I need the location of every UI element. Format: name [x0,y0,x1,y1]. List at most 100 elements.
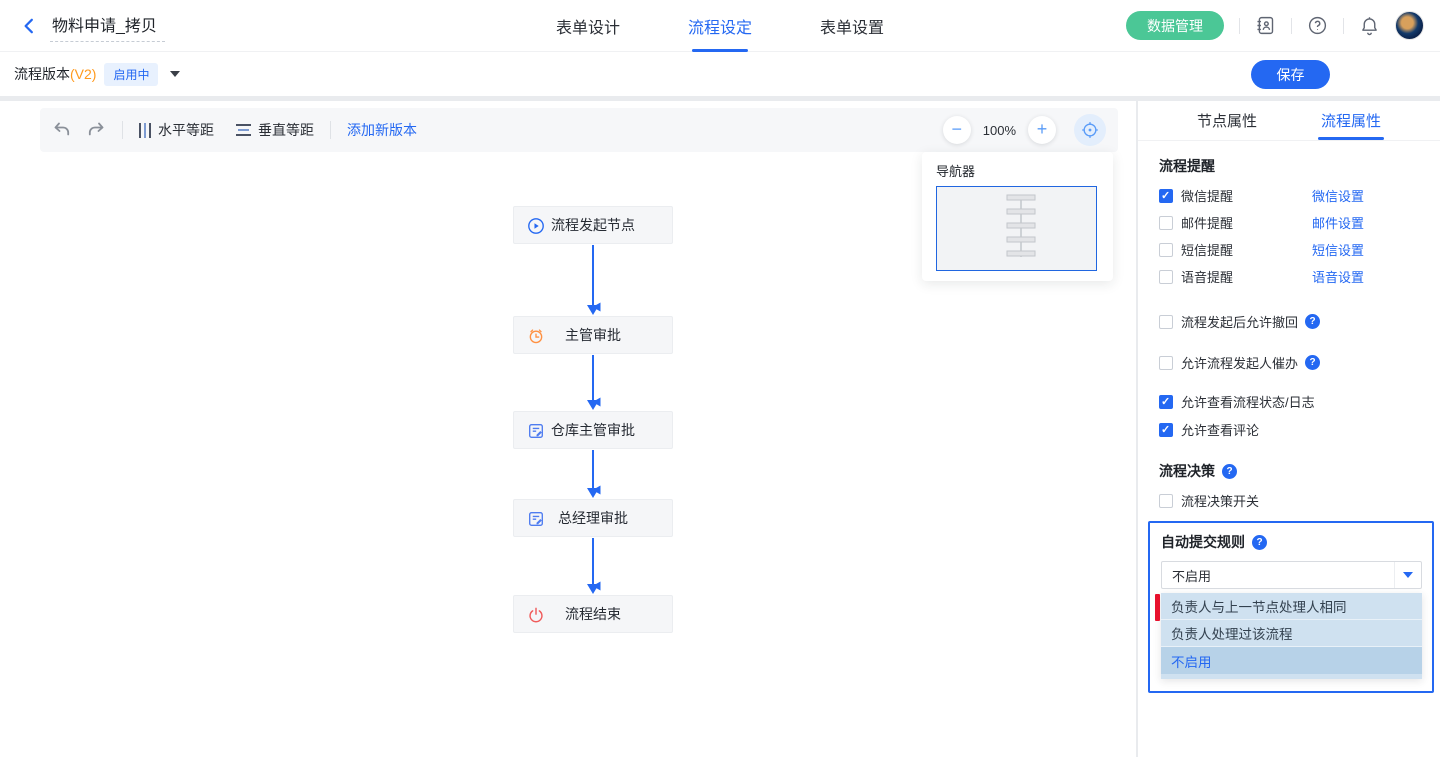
flow-node-start[interactable]: 流程发起节点 [513,206,673,244]
document-edit-icon [527,510,545,528]
help-icon[interactable]: ? [1222,464,1237,479]
divider [330,121,331,139]
bell-icon[interactable] [1359,15,1380,36]
flow-canvas[interactable]: 水平等距 垂直等距 添加新版本 − 100% + [0,101,1136,757]
address-book-icon[interactable] [1255,15,1276,36]
save-button[interactable]: 保存 [1251,60,1330,89]
tab-form-setting[interactable]: 表单设置 [818,0,886,52]
node-label: 流程发起节点 [551,215,635,235]
auto-submit-title: 自动提交规则 ? [1161,532,1422,552]
node-label: 总经理审批 [558,508,628,528]
navigator-panel: 导航器 [922,152,1113,281]
tab-flow-setting[interactable]: 流程设定 [686,0,754,52]
remind-row-sms: 短信提醒 短信设置 [1159,236,1424,263]
flow-node-gm-approve[interactable]: 总经理审批 [513,499,673,537]
email-setting-link[interactable]: 邮件设置 [1312,213,1364,232]
red-marker [1155,594,1160,621]
auto-submit-section: 自动提交规则 ? 不启用 负责人与上一节点处理人相同 负责人处理过该流程 不启用 [1148,521,1434,693]
view-comments-checkbox[interactable] [1159,423,1173,437]
status-badge: 启用中 [104,63,158,86]
power-icon [527,606,545,624]
wechat-setting-link[interactable]: 微信设置 [1312,186,1364,205]
auto-submit-select[interactable]: 不启用 [1161,561,1422,589]
node-label: 仓库主管审批 [551,420,635,440]
zoom-level: 100% [983,123,1016,138]
zoom-out-button[interactable]: − [943,116,971,144]
version-dropdown-caret-icon[interactable] [170,71,180,77]
flow-diagram: 流程发起节点 主管审批 仓库主管审批 总经理审批 [513,101,673,757]
version-bar: 流程版本(V2) 启用中 保存 [0,52,1440,96]
header-actions: 数据管理 [1126,11,1424,40]
vertical-align-icon [236,124,251,136]
version-number: (V2) [70,66,96,82]
remind-row-voice: 语音提醒 语音设置 [1159,263,1424,290]
data-manage-button[interactable]: 数据管理 [1126,11,1224,40]
minimap-preview [937,187,1096,270]
zoom-in-button[interactable]: + [1028,116,1056,144]
divider [1343,18,1344,34]
option-view-status: 允许查看流程状态/日志 [1159,388,1424,415]
page-title[interactable]: 物料申请_拷贝 [50,10,165,42]
redo-icon[interactable] [86,120,106,140]
wechat-remind-checkbox[interactable] [1159,189,1173,203]
minimap[interactable] [936,186,1097,271]
remind-row-email: 邮件提醒 邮件设置 [1159,209,1424,236]
section-flow-remind: 流程提醒 [1159,156,1424,176]
tab-node-properties[interactable]: 节点属性 [1193,101,1261,140]
divider [1239,18,1240,34]
remind-row-wechat: 微信提醒 微信设置 [1159,182,1424,209]
version-label: 流程版本(V2) [14,64,96,84]
divider [122,121,123,139]
chevron-down-icon [1403,572,1413,578]
target-icon [1080,120,1100,140]
help-icon[interactable]: ? [1252,535,1267,550]
view-status-checkbox[interactable] [1159,395,1173,409]
vertical-align-button[interactable]: 垂直等距 [236,120,314,140]
back-icon[interactable] [20,16,40,36]
add-version-link[interactable]: 添加新版本 [347,120,417,140]
node-label: 流程结束 [565,604,621,624]
email-remind-checkbox[interactable] [1159,216,1173,230]
tab-flow-properties[interactable]: 流程属性 [1317,101,1385,140]
allow-withdraw-checkbox[interactable] [1159,315,1173,329]
option-allow-withdraw: 流程发起后允许撤回 ? [1159,308,1424,335]
document-edit-icon [527,422,545,440]
decision-switch-checkbox[interactable] [1159,494,1173,508]
horizontal-align-icon [139,123,151,138]
app-header: 物料申请_拷贝 表单设计 流程设定 表单设置 数据管理 [0,0,1440,52]
dropdown-option-disabled[interactable]: 不启用 [1161,647,1422,674]
select-caret-zone[interactable] [1394,562,1421,588]
panel-tabs: 节点属性 流程属性 [1138,101,1440,141]
flow-node-manager-approve[interactable]: 主管审批 [513,316,673,354]
undo-icon[interactable] [52,120,72,140]
fit-view-button[interactable] [1074,114,1106,146]
voice-remind-checkbox[interactable] [1159,270,1173,284]
dropdown-option-same-handler[interactable]: 负责人与上一节点处理人相同 [1161,593,1422,620]
zoom-controls: − 100% + [943,114,1106,146]
option-view-comments: 允许查看评论 [1159,416,1424,443]
horizontal-align-button[interactable]: 水平等距 [139,120,214,140]
avatar[interactable] [1395,11,1424,40]
help-icon[interactable]: ? [1305,355,1320,370]
option-allow-urge: 允许流程发起人催办 ? [1159,349,1424,376]
help-icon[interactable]: ? [1305,314,1320,329]
select-value: 不启用 [1172,566,1211,585]
auto-submit-dropdown: 负责人与上一节点处理人相同 负责人处理过该流程 不启用 [1161,593,1422,679]
option-decision-switch: 流程决策开关 [1159,487,1424,514]
tab-form-design[interactable]: 表单设计 [554,0,622,52]
voice-setting-link[interactable]: 语音设置 [1312,267,1364,286]
node-label: 主管审批 [565,325,621,345]
properties-panel: 节点属性 流程属性 流程提醒 微信提醒 微信设置 邮件提醒 邮件设置 短信提醒 … [1138,101,1440,757]
sms-setting-link[interactable]: 短信设置 [1312,240,1364,259]
main-tabs: 表单设计 流程设定 表单设置 [554,0,886,52]
navigator-title: 导航器 [936,161,1099,180]
help-icon[interactable] [1307,15,1328,36]
alarm-clock-icon [527,327,545,345]
sms-remind-checkbox[interactable] [1159,243,1173,257]
flow-node-warehouse-approve[interactable]: 仓库主管审批 [513,411,673,449]
allow-urge-checkbox[interactable] [1159,356,1173,370]
flow-node-end[interactable]: 流程结束 [513,595,673,633]
section-flow-decision: 流程决策 ? [1159,461,1424,481]
dropdown-option-handled-before[interactable]: 负责人处理过该流程 [1161,620,1422,647]
divider [1291,18,1292,34]
